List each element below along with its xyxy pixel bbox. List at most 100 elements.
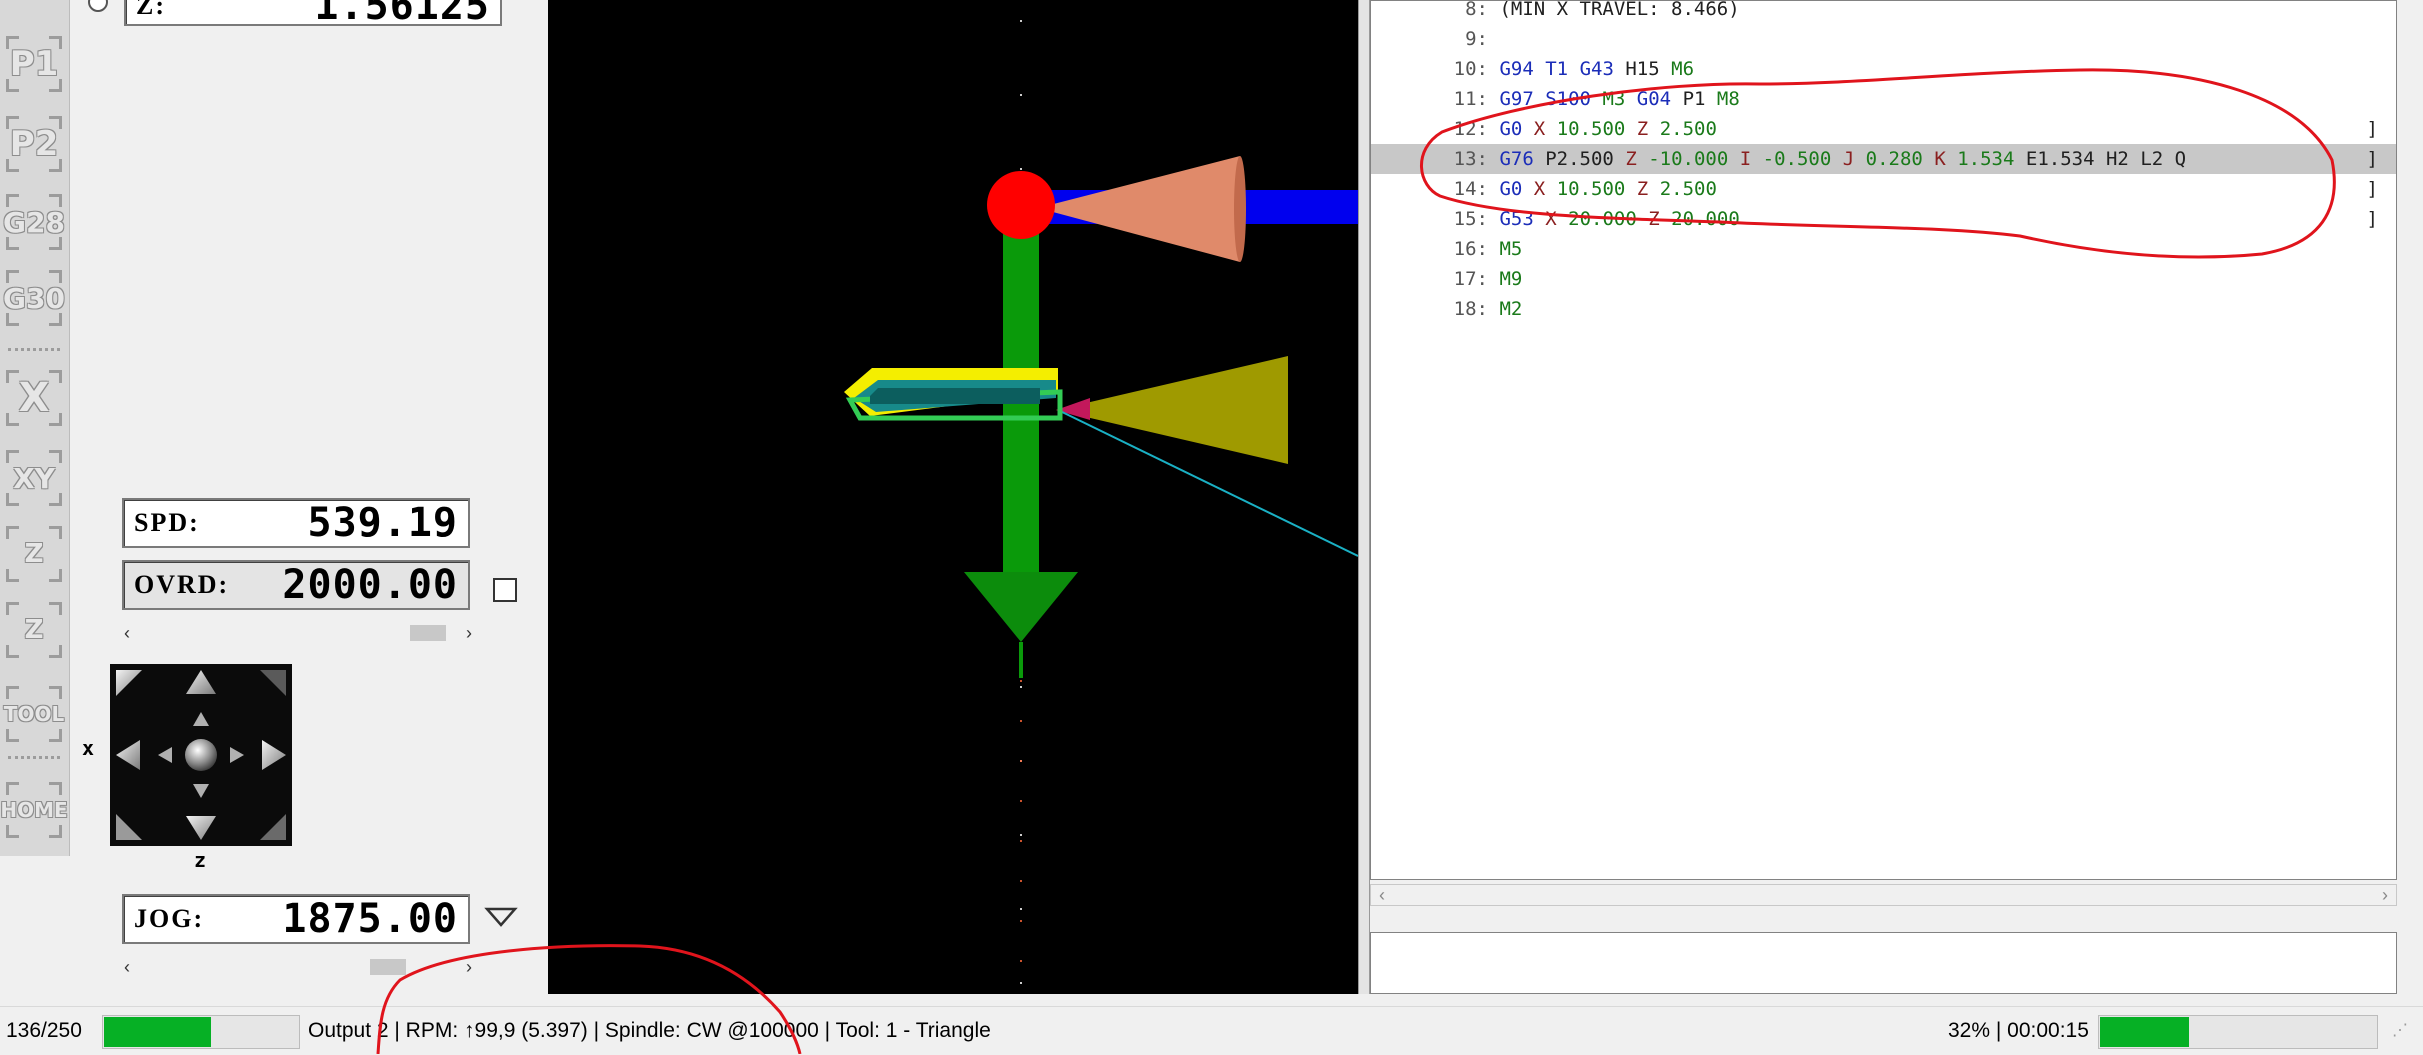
ovrd-value: 2000.00 (282, 562, 458, 608)
gcode-token (1728, 148, 1739, 170)
gcode-token (2095, 148, 2106, 170)
gcode-line[interactable]: 9: (1371, 24, 2396, 54)
gcode-token: 10.500 (1556, 178, 1626, 200)
toolpath-render (844, 20, 1359, 994)
gcode-token: 10.500 (1556, 118, 1626, 140)
gcode-token: 20.000 (1568, 208, 1637, 230)
gcode-token: -10.000 (1648, 148, 1729, 170)
gcode-token: G94 (1499, 58, 1534, 80)
line-number: 9: (1465, 28, 1488, 50)
gcode-token: Z (1648, 208, 1660, 230)
jog-pad[interactable] (110, 664, 292, 846)
gcode-token: 1.534 (1957, 148, 2015, 170)
p2-button[interactable]: P2 (0, 112, 68, 176)
gcode-line[interactable]: 14: G0 X 10.500 Z 2.500] (1371, 174, 2396, 204)
gcode-line[interactable]: 8: (MIN X TRAVEL: 8.466) (1371, 0, 2396, 24)
gcode-token: 0.280 (1865, 148, 1923, 170)
strip-separator (8, 756, 60, 759)
scroll-right-icon[interactable]: › (2382, 885, 2388, 906)
gcode-token: M2 (1499, 298, 1523, 320)
gcode-line[interactable]: 18: M2 (1371, 294, 2396, 324)
gcode-token: J (1842, 148, 1855, 170)
toolpath-viewport[interactable] (548, 0, 1359, 994)
xy-zero-button[interactable]: XY (0, 446, 68, 510)
scroll-left-icon[interactable]: ‹ (1379, 885, 1385, 906)
gcode-token: Z (1636, 178, 1649, 200)
gcode-horizontal-scrollbar[interactable]: ‹ › (1370, 884, 2397, 906)
gcode-token (1625, 88, 1636, 110)
gcode-token: M6 (1671, 58, 1695, 80)
gcode-line[interactable]: 10: G94 T1 G43 H15 M6 (1371, 54, 2396, 84)
strip-button-label: HOME (0, 798, 68, 822)
tool-button[interactable]: TOOL (0, 682, 68, 746)
line-number: 17: (1453, 268, 1488, 290)
home-button[interactable]: HOME (0, 778, 68, 842)
job-progress-bar (2098, 1015, 2378, 1049)
gcode-token (1625, 118, 1636, 140)
jog-mode-dropdown-icon[interactable] (484, 906, 518, 933)
gcode-line[interactable]: 16: M5 (1371, 234, 2396, 264)
gcode-line[interactable]: 17: M9 (1371, 264, 2396, 294)
p1-button[interactable]: P1 (0, 32, 68, 96)
line-bracket: ] (2366, 118, 2378, 140)
g28-button[interactable]: G28 (0, 190, 68, 254)
gcode-token (1522, 178, 1533, 200)
mdi-input[interactable] (1370, 932, 2397, 994)
line-progress-fill (104, 1017, 211, 1047)
x-zero-button[interactable]: X (0, 366, 68, 430)
gcode-token: G43 (1579, 58, 1614, 80)
gcode-token (1545, 178, 1556, 200)
gcode-token (1614, 58, 1625, 80)
gcode-token (1923, 148, 1934, 170)
gcode-token: M5 (1499, 238, 1523, 260)
gcode-token: P2.500 (1545, 148, 1614, 170)
gcode-token (1660, 208, 1671, 230)
gcode-line[interactable]: 11: G97 S100 M3 G04 P1 M8 (1371, 84, 2396, 114)
gcode-token: G04 (1636, 88, 1672, 110)
viewport-splitter[interactable] (1358, 0, 1370, 994)
gcode-token (1671, 88, 1682, 110)
gcode-listing[interactable]: 8: (MIN X TRAVEL: 8.466) 9: 10: G94 T1 G4… (1370, 0, 2397, 880)
gcode-line[interactable]: 12: G0 X 10.500 Z 2.500] (1371, 114, 2396, 144)
z-probe-button[interactable]: Z (0, 598, 68, 662)
strip-separator (8, 348, 60, 351)
line-bracket: ] (2366, 208, 2378, 230)
line-number: 10: (1453, 58, 1488, 80)
line-number: 8: (1465, 0, 1488, 20)
resize-grip-icon[interactable]: ⋰ (2392, 1007, 2408, 1055)
jog-value: 1875.00 (282, 896, 458, 942)
z-value: 1.56125 (314, 0, 490, 29)
gcode-token: H15 (1625, 58, 1660, 80)
z-axis-select-radio[interactable] (88, 0, 108, 12)
z-zero-button[interactable]: Z (0, 522, 68, 586)
z-axis-arrow-icon (964, 222, 1078, 678)
override-enable-checkbox[interactable] (493, 578, 517, 602)
gcode-token (2129, 148, 2140, 170)
line-number: 13: (1453, 148, 1488, 170)
g30-button[interactable]: G30 (0, 266, 68, 330)
line-number: 15: (1453, 208, 1488, 230)
spindle-override-readout[interactable]: OVRD: 2000.00 (122, 560, 470, 610)
gcode-token (1534, 58, 1545, 80)
scroll-right-icon[interactable]: › (466, 623, 472, 644)
gcode-token: G0 (1499, 178, 1523, 200)
line-number: 16: (1453, 238, 1488, 260)
status-bar: 136/250 Output 2 | RPM: ↑99,9 (5.397) | … (0, 1006, 2423, 1054)
gcode-token: T1 (1545, 58, 1569, 80)
line-number: 12: (1453, 118, 1488, 140)
jog-rate-slider[interactable]: ‹ › (124, 956, 472, 978)
gcode-token: 2.500 (1659, 178, 1717, 200)
line-progress-bar (102, 1015, 300, 1049)
line-number: 11: (1453, 88, 1488, 110)
z-position-readout: Z: 1.56125 (124, 0, 502, 29)
gcode-token (2163, 148, 2174, 170)
gcode-line-current[interactable]: 13: G76 P2.500 Z -10.000 I -0.500 J 0.28… (1371, 144, 2396, 174)
gcode-line[interactable]: 15: G53 X 20.000 Z 20.000] (1371, 204, 2396, 234)
jog-rate-readout: JOG: 1875.00 (122, 894, 470, 944)
spindle-override-slider[interactable]: ‹ › (124, 622, 472, 644)
line-number: 18: (1453, 298, 1488, 320)
strip-button-label: Z (24, 539, 44, 569)
jog-center-ball-icon[interactable] (185, 739, 217, 771)
gcode-token: G53 (1499, 208, 1534, 230)
scroll-right-icon[interactable]: › (466, 957, 472, 978)
